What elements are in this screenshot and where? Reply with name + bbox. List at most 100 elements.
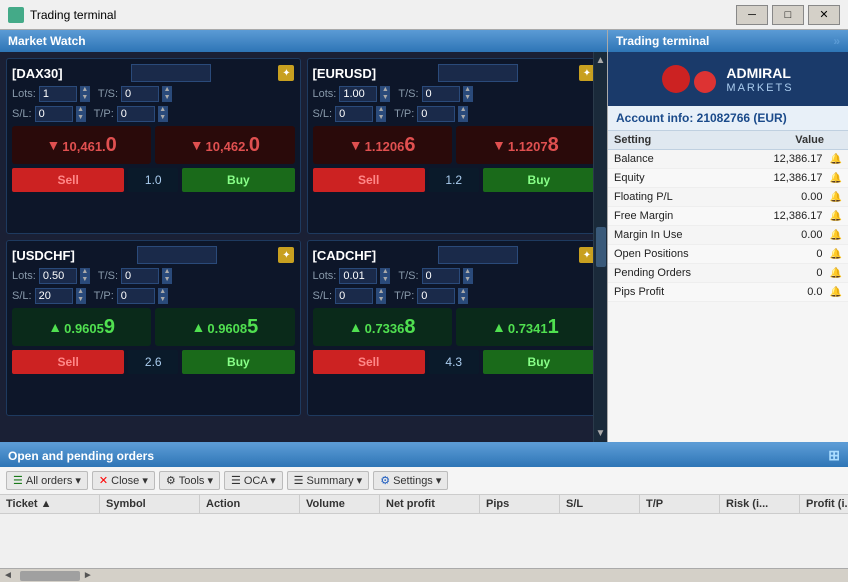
instr-input[interactable] <box>438 246 518 264</box>
hscroll-right-arrow[interactable]: ► <box>80 570 96 581</box>
sl-spinner[interactable]: ▲ ▼ <box>76 288 86 304</box>
lots-down[interactable]: ▼ <box>380 276 390 284</box>
tp-input[interactable] <box>417 106 455 122</box>
settings-button[interactable]: ⚙ Settings ▾ <box>373 471 448 490</box>
sl-input[interactable] <box>335 288 373 304</box>
sl-down[interactable]: ▼ <box>376 114 386 122</box>
lots-spinner[interactable]: ▲ ▼ <box>80 86 90 102</box>
minimize-button[interactable]: ─ <box>736 5 768 25</box>
lots-up[interactable]: ▲ <box>380 268 390 276</box>
ts-spinner[interactable]: ▲ ▼ <box>162 268 172 284</box>
instr-input[interactable] <box>137 246 217 264</box>
col-header-3[interactable]: Volume <box>300 495 380 513</box>
lots-input[interactable] <box>339 268 377 284</box>
lots-down[interactable]: ▼ <box>80 276 90 284</box>
col-header-0[interactable]: Ticket ▲ <box>0 495 100 513</box>
bell-icon[interactable]: 🔔 <box>830 268 842 279</box>
col-header-1[interactable]: Symbol <box>100 495 200 513</box>
lots-up[interactable]: ▲ <box>380 86 390 94</box>
sl-up[interactable]: ▲ <box>376 106 386 114</box>
ts-spinner[interactable]: ▲ ▼ <box>463 268 473 284</box>
close-button-toolbar[interactable]: ✕ Close ▾ <box>92 471 155 490</box>
sl-input[interactable] <box>35 288 73 304</box>
sl-input[interactable] <box>335 106 373 122</box>
sell-button[interactable]: Sell <box>313 350 425 374</box>
col-header-2[interactable]: Action <box>200 495 300 513</box>
tp-down[interactable]: ▼ <box>158 114 168 122</box>
bell-icon[interactable]: 🔔 <box>830 249 842 260</box>
lots-down[interactable]: ▼ <box>380 94 390 102</box>
ts-spinner[interactable]: ▲ ▼ <box>463 86 473 102</box>
ts-spinner[interactable]: ▲ ▼ <box>162 86 172 102</box>
ts-input[interactable] <box>121 86 159 102</box>
tp-input[interactable] <box>117 106 155 122</box>
buy-button[interactable]: Buy <box>483 350 595 374</box>
lots-spinner[interactable]: ▲ ▼ <box>380 86 390 102</box>
bottom-expand-icon[interactable]: ⊞ <box>828 447 840 464</box>
lots-up[interactable]: ▲ <box>80 268 90 276</box>
tp-down[interactable]: ▼ <box>458 114 468 122</box>
sl-down[interactable]: ▼ <box>76 296 86 304</box>
horizontal-scrollbar[interactable]: ◄ ► <box>0 568 848 582</box>
sell-button[interactable]: Sell <box>313 168 425 192</box>
sl-down[interactable]: ▼ <box>76 114 86 122</box>
tp-up[interactable]: ▲ <box>458 288 468 296</box>
col-header-6[interactable]: S/L <box>560 495 640 513</box>
hscroll-left-arrow[interactable]: ◄ <box>0 570 16 581</box>
ts-input[interactable] <box>422 86 460 102</box>
tools-button[interactable]: ⚙ Tools ▾ <box>159 471 220 490</box>
tp-spinner[interactable]: ▲ ▼ <box>158 106 168 122</box>
sl-spinner[interactable]: ▲ ▼ <box>376 288 386 304</box>
bell-icon[interactable]: 🔔 <box>830 154 842 165</box>
tp-up[interactable]: ▲ <box>158 106 168 114</box>
tp-down[interactable]: ▼ <box>458 296 468 304</box>
col-header-4[interactable]: Net profit <box>380 495 480 513</box>
buy-button[interactable]: Buy <box>182 168 294 192</box>
lots-input[interactable] <box>39 86 77 102</box>
scroll-down-arrow[interactable]: ▼ <box>596 425 606 442</box>
lots-spinner[interactable]: ▲ ▼ <box>380 268 390 284</box>
col-header-7[interactable]: T/P <box>640 495 720 513</box>
ts-up[interactable]: ▲ <box>162 86 172 94</box>
ts-down[interactable]: ▼ <box>463 94 473 102</box>
ts-up[interactable]: ▲ <box>463 86 473 94</box>
ts-input[interactable] <box>422 268 460 284</box>
buy-button[interactable]: Buy <box>182 350 294 374</box>
tp-input[interactable] <box>117 288 155 304</box>
col-header-5[interactable]: Pips <box>480 495 560 513</box>
close-button[interactable]: ✕ <box>808 5 840 25</box>
summary-button[interactable]: ☰ Summary ▾ <box>287 471 370 490</box>
col-header-8[interactable]: Risk (i... <box>720 495 800 513</box>
sl-input[interactable] <box>35 106 73 122</box>
all-orders-button[interactable]: ☰ All orders ▾ <box>6 471 88 490</box>
instr-input[interactable] <box>438 64 518 82</box>
lots-up[interactable]: ▲ <box>80 86 90 94</box>
tp-up[interactable]: ▲ <box>158 288 168 296</box>
tp-input[interactable] <box>417 288 455 304</box>
bell-icon[interactable]: 🔔 <box>830 287 842 298</box>
bell-icon[interactable]: 🔔 <box>830 192 842 203</box>
col-header-9[interactable]: Profit (i... <box>800 495 848 513</box>
tp-up[interactable]: ▲ <box>458 106 468 114</box>
sl-spinner[interactable]: ▲ ▼ <box>76 106 86 122</box>
sell-button[interactable]: Sell <box>12 168 124 192</box>
instr-input[interactable] <box>131 64 211 82</box>
sl-up[interactable]: ▲ <box>76 288 86 296</box>
tp-spinner[interactable]: ▲ ▼ <box>458 288 468 304</box>
ts-down[interactable]: ▼ <box>463 276 473 284</box>
sl-up[interactable]: ▲ <box>76 106 86 114</box>
sl-spinner[interactable]: ▲ ▼ <box>376 106 386 122</box>
buy-button[interactable]: Buy <box>483 168 595 192</box>
ts-input[interactable] <box>121 268 159 284</box>
tp-down[interactable]: ▼ <box>158 296 168 304</box>
tp-spinner[interactable]: ▲ ▼ <box>458 106 468 122</box>
tp-spinner[interactable]: ▲ ▼ <box>158 288 168 304</box>
bell-icon[interactable]: 🔔 <box>830 173 842 184</box>
sell-button[interactable]: Sell <box>12 350 124 374</box>
lots-input[interactable] <box>39 268 77 284</box>
lots-down[interactable]: ▼ <box>80 94 90 102</box>
ts-down[interactable]: ▼ <box>162 276 172 284</box>
lots-spinner[interactable]: ▲ ▼ <box>80 268 90 284</box>
hscroll-thumb[interactable] <box>20 571 80 581</box>
bell-icon[interactable]: 🔔 <box>830 211 842 222</box>
